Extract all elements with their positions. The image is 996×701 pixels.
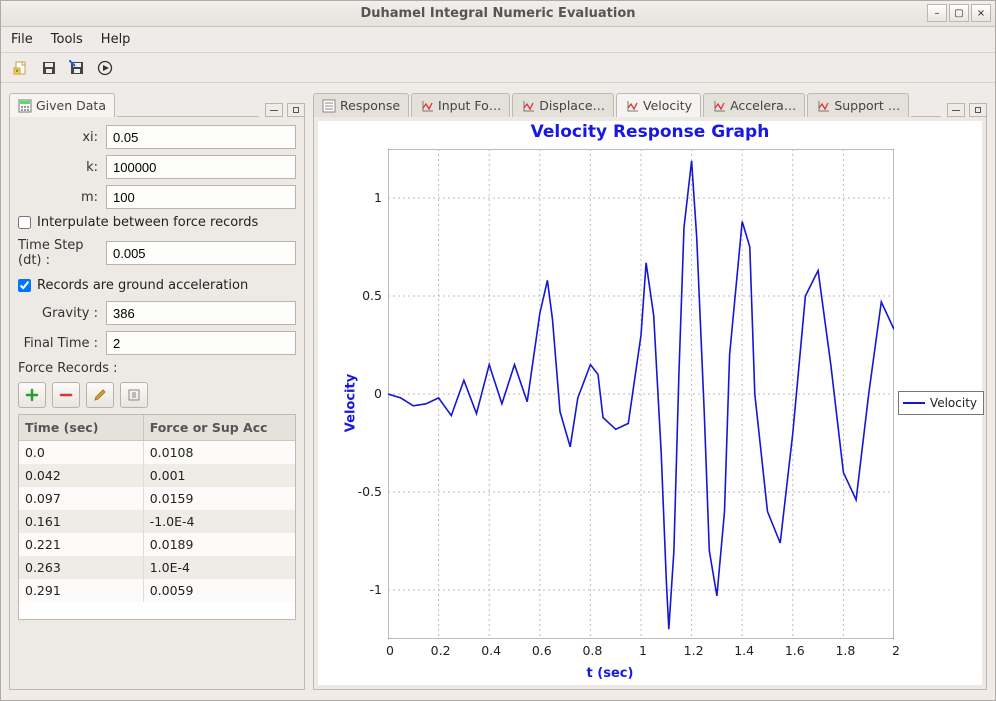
x-axis-label: t (sec) (318, 666, 902, 681)
chart-icon (712, 99, 726, 113)
document-icon (322, 99, 336, 113)
chart-icon (625, 99, 639, 113)
tab-label: Response (340, 98, 400, 113)
label-k: k: (18, 160, 106, 175)
velocity-plot (388, 149, 894, 639)
input-gravity[interactable] (106, 301, 296, 325)
svg-text:✷: ✷ (14, 68, 19, 75)
col-force[interactable]: Force or Sup Acc (143, 415, 295, 441)
force-records-table[interactable]: Time (sec) Force or Sup Acc 0.00.01080.0… (18, 414, 296, 620)
menu-tools[interactable]: Tools (51, 32, 83, 47)
y-tick: 1 (350, 190, 382, 205)
tab-label: Input Fo… (438, 98, 501, 113)
table-row[interactable]: 0.0970.0159 (19, 487, 295, 510)
tab-given-data-label: Given Data (36, 98, 106, 113)
y-tick: -0.5 (350, 484, 382, 499)
table-row[interactable]: 0.161-1.0E-4 (19, 510, 295, 533)
table-row[interactable]: 0.2631.0E-4 (19, 556, 295, 579)
x-tick: 1.4 (732, 643, 756, 658)
x-tick: 1.8 (833, 643, 857, 658)
chart-panel: Velocity Response Graph Velocity t (sec)… (313, 117, 987, 690)
legend-line-icon (903, 402, 925, 404)
label-final-time: Final Time : (18, 336, 106, 351)
table-row[interactable]: 0.2210.0189 (19, 533, 295, 556)
chart-icon (420, 99, 434, 113)
chart-title: Velocity Response Graph (318, 121, 982, 142)
given-data-panel: xi: k: m: Interpulate between force reco… (9, 117, 305, 690)
table-row[interactable]: 0.0420.001 (19, 464, 295, 487)
menu-help[interactable]: Help (101, 32, 131, 47)
panel-maximize-icon[interactable] (287, 103, 305, 117)
input-final-time[interactable] (106, 331, 296, 355)
chart-legend: Velocity (898, 391, 984, 415)
tab-label: Support … (834, 98, 900, 113)
tab-velocity[interactable]: Velocity (616, 93, 701, 117)
table-row[interactable]: 0.00.0108 (19, 441, 295, 465)
label-ground-accel[interactable]: Records are ground acceleration (37, 278, 248, 293)
x-tick: 1.6 (783, 643, 807, 658)
chart-icon (521, 99, 535, 113)
calculator-icon (18, 99, 32, 113)
input-m[interactable] (106, 185, 296, 209)
col-time[interactable]: Time (sec) (19, 415, 143, 441)
menu-file[interactable]: File (11, 32, 33, 47)
save-as-icon[interactable] (67, 58, 87, 78)
minimize-button[interactable]: – (927, 4, 947, 22)
x-tick: 1.2 (682, 643, 706, 658)
table-row[interactable]: 0.2910.0059 (19, 579, 295, 602)
y-tick: 0.5 (350, 288, 382, 303)
checkbox-interpolate[interactable] (18, 216, 31, 229)
tab-response[interactable]: Response (313, 93, 409, 117)
tab-input-fo[interactable]: Input Fo… (411, 93, 510, 117)
tab-support[interactable]: Support … (807, 93, 909, 117)
label-force-records: Force Records : (18, 361, 296, 376)
window-title: Duhamel Integral Numeric Evaluation (1, 6, 995, 21)
label-xi: xi: (18, 130, 106, 145)
x-tick: 0 (378, 643, 402, 658)
chart-icon (816, 99, 830, 113)
legend-label: Velocity (930, 396, 977, 410)
tab-accelera[interactable]: Accelera… (703, 93, 805, 117)
new-file-icon[interactable]: ✷ (11, 58, 31, 78)
input-dt[interactable] (106, 241, 296, 265)
window-titlebar: Duhamel Integral Numeric Evaluation – ▢ … (1, 1, 995, 27)
tab-displace[interactable]: Displace… (512, 93, 614, 117)
add-record-button[interactable] (18, 382, 46, 408)
input-xi[interactable] (106, 125, 296, 149)
tool-bar: ✷ (1, 53, 995, 83)
x-tick: 0.2 (429, 643, 453, 658)
tab-label: Velocity (643, 98, 692, 113)
x-tick: 1 (631, 643, 655, 658)
label-gravity: Gravity : (18, 306, 106, 321)
x-tick: 0.6 (530, 643, 554, 658)
edit-record-button[interactable] (86, 382, 114, 408)
panel-minimize-icon[interactable] (265, 103, 283, 117)
label-m: m: (18, 190, 106, 205)
y-axis-label: Velocity (344, 374, 359, 432)
y-tick: 0 (350, 386, 382, 401)
maximize-button[interactable]: ▢ (949, 4, 969, 22)
tab-label: Accelera… (730, 98, 796, 113)
y-tick: -1 (350, 582, 382, 597)
panel-minimize-icon[interactable] (947, 103, 965, 117)
x-tick: 0.8 (580, 643, 604, 658)
close-button[interactable]: × (971, 4, 991, 22)
import-records-button[interactable] (120, 382, 148, 408)
tab-label: Displace… (539, 98, 605, 113)
x-tick: 0.4 (479, 643, 503, 658)
tab-given-data[interactable]: Given Data (9, 93, 115, 117)
save-icon[interactable] (39, 58, 59, 78)
menu-bar: File Tools Help (1, 27, 995, 53)
label-dt: Time Step (dt) : (18, 238, 106, 268)
label-interpolate[interactable]: Interpulate between force records (37, 215, 258, 230)
run-icon[interactable] (95, 58, 115, 78)
checkbox-ground-accel[interactable] (18, 279, 31, 292)
x-tick: 2 (884, 643, 908, 658)
panel-maximize-icon[interactable] (969, 103, 987, 117)
remove-record-button[interactable] (52, 382, 80, 408)
input-k[interactable] (106, 155, 296, 179)
